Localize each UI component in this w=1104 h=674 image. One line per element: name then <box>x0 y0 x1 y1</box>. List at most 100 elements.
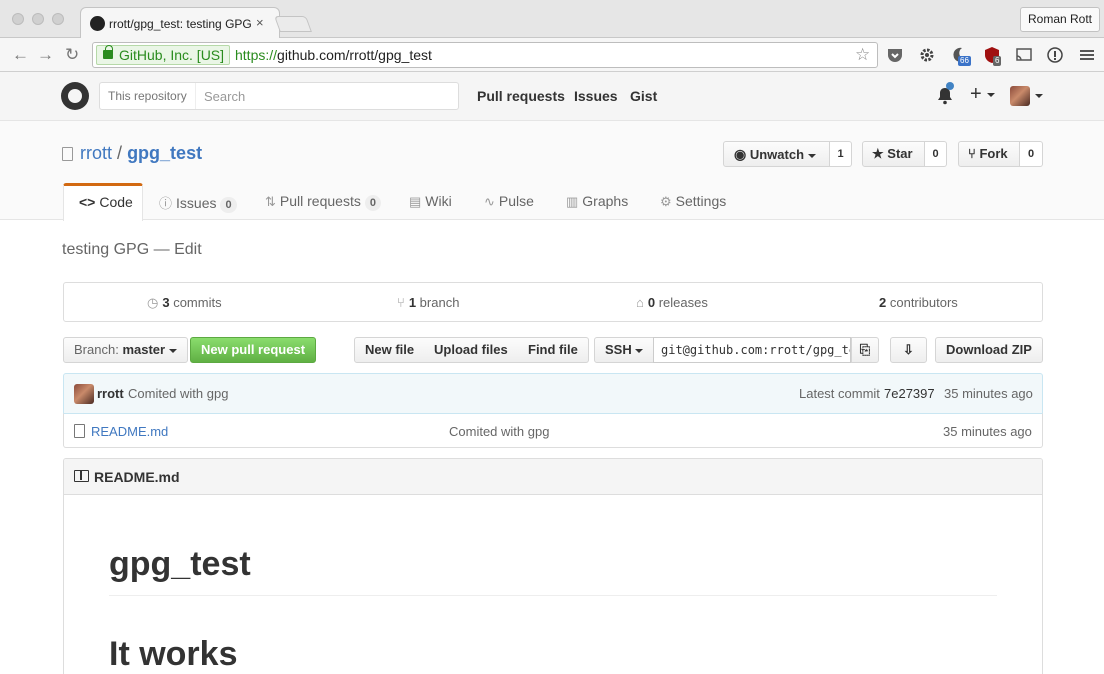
github-logo-icon[interactable] <box>61 82 89 110</box>
watch-count[interactable]: 1 <box>830 141 852 167</box>
edit-description-link[interactable]: Edit <box>174 241 202 258</box>
repo-owner-link[interactable]: rrott <box>80 143 112 163</box>
repo-separator: / <box>117 143 123 163</box>
window-close-button[interactable] <box>12 13 24 25</box>
repo-name-link[interactable]: gpg_test <box>127 143 202 163</box>
branch-label: branch <box>419 295 460 310</box>
branch-prefix: Branch: <box>74 342 119 357</box>
code-icon: <> <box>79 194 96 210</box>
github-header: This repository Search Pull requests Iss… <box>0 72 1104 121</box>
file-commit-message[interactable]: Comited with gpg <box>449 424 549 439</box>
reload-icon[interactable]: ↻ <box>65 45 79 65</box>
tab-settings[interactable]: ⚙ Settings <box>660 183 726 220</box>
ublock-extension[interactable]: 6 <box>983 46 1002 66</box>
url-rest: github.com/rrott/gpg_test <box>277 47 432 63</box>
browser-tab[interactable]: rrott/gpg_test: testing GPG × <box>80 7 280 39</box>
book-icon: ▤ <box>409 194 422 209</box>
cast-icon[interactable] <box>1015 46 1033 64</box>
chevron-down-icon <box>635 348 644 353</box>
fork-button[interactable]: ⑂ Fork <box>958 141 1020 167</box>
window-minimize-button[interactable] <box>32 13 44 25</box>
find-file-button[interactable]: Find file <box>518 337 589 363</box>
chevron-down-icon <box>987 92 996 97</box>
tab-graphs[interactable]: ▥ Graphs <box>566 183 628 220</box>
book-icon <box>74 470 89 482</box>
eye-icon: ◉ <box>734 146 747 162</box>
file-age: 35 minutes ago <box>943 424 1032 439</box>
user-avatar[interactable] <box>1010 86 1030 106</box>
readme-panel: README.md gpg_test It works <box>63 458 1043 674</box>
nav-gist[interactable]: Gist <box>630 88 657 104</box>
tab-close-icon[interactable]: × <box>256 15 264 30</box>
search-input[interactable]: Search <box>204 89 245 104</box>
commit-author-avatar[interactable] <box>74 384 94 404</box>
releases-link[interactable]: ⌂ 0 releases <box>636 295 708 310</box>
clone-protocol-button[interactable]: SSH <box>594 337 654 363</box>
star-button[interactable]: ★ Star <box>862 141 925 167</box>
gear-icon[interactable] <box>918 46 936 64</box>
nav-issues[interactable]: Issues <box>574 88 618 104</box>
readme-filename: README.md <box>94 469 180 485</box>
graph-icon: ▥ <box>566 194 579 209</box>
readme-heading-1: gpg_test <box>109 545 251 583</box>
new-pull-request-button[interactable]: New pull request <box>190 337 317 363</box>
profile-button[interactable]: Roman Rott <box>1020 7 1100 32</box>
history-icon: ◷ <box>147 295 159 310</box>
tab-issues-count: 0 <box>220 197 237 213</box>
branch-select-button[interactable]: Branch: master <box>63 337 188 363</box>
search-box[interactable]: This repository Search <box>99 82 459 110</box>
fork-count[interactable]: 0 <box>1020 141 1043 167</box>
avatar-chevron-down-icon[interactable] <box>1035 94 1043 98</box>
new-file-button[interactable]: New file <box>354 337 426 363</box>
file-name-link[interactable]: README.md <box>91 424 168 439</box>
tab-pulse[interactable]: ∿ Pulse <box>484 183 534 220</box>
forward-icon[interactable]: → <box>37 45 54 65</box>
numbers-summary: ◷ 3 commits ⑂ 1 branch ⌂ 0 releases 2 contr… <box>63 282 1043 322</box>
tab-code[interactable]: <> Code <box>63 183 143 221</box>
search-scope[interactable]: This repository <box>100 83 196 109</box>
browser-toolbar: ← → ↻ GitHub, Inc. [US] https://github.c… <box>0 38 1104 72</box>
git-pull-request-icon: ⇅ <box>265 194 276 209</box>
branches-link[interactable]: ⑂ 1 branch <box>397 295 459 310</box>
commits-label: commits <box>173 295 222 310</box>
commit-message[interactable]: Comited with gpg <box>128 386 228 401</box>
tab-wiki-label: Wiki <box>425 193 452 209</box>
nav-pull-requests[interactable]: Pull requests <box>477 88 565 104</box>
contributors-link[interactable]: 2 contributors <box>879 295 958 310</box>
browser-titlebar: rrott/gpg_test: testing GPG × Roman Rott <box>0 0 1104 39</box>
commit-sha[interactable]: 7e27397 <box>884 386 935 401</box>
tab-issues[interactable]: ⓘ Issues 0 <box>159 183 237 220</box>
notification-indicator <box>946 82 954 90</box>
create-new-dropdown[interactable]: + <box>970 83 996 106</box>
info-icon[interactable] <box>1046 46 1064 64</box>
repo-title: rrott / gpg_test <box>80 143 202 164</box>
pocket-icon[interactable] <box>886 46 904 64</box>
copy-to-clipboard-button[interactable]: ⎘ <box>851 337 879 363</box>
star-count[interactable]: 0 <box>925 141 947 167</box>
upload-files-button[interactable]: Upload files <box>424 337 519 363</box>
star-icon: ★ <box>872 146 884 161</box>
pulse-icon: ∿ <box>484 194 495 209</box>
tab-title: rrott/gpg_test: testing GPG <box>109 17 252 31</box>
tab-pull-requests[interactable]: ⇅ Pull requests 0 <box>265 183 381 220</box>
address-bar[interactable]: GitHub, Inc. [US] https://github.com/rro… <box>92 42 878 68</box>
repo-header: rrott / gpg_test ◉ Unwatch 1 ★ Star 0 ⑂ … <box>0 121 1104 221</box>
commit-author[interactable]: rrott <box>97 386 124 401</box>
ev-certificate-badge[interactable]: GitHub, Inc. [US] <box>96 45 231 65</box>
bookmark-star-icon[interactable]: ☆ <box>855 45 870 65</box>
latest-commit-label: Latest commit <box>799 386 880 401</box>
repo-description: testing GPG — Edit <box>62 241 202 259</box>
download-zip-button[interactable]: Download ZIP <box>935 337 1043 363</box>
back-icon[interactable]: ← <box>12 45 29 65</box>
url-scheme: https:// <box>235 47 278 63</box>
open-desktop-button[interactable]: ⇩ <box>890 337 927 363</box>
window-zoom-button[interactable] <box>52 13 64 25</box>
tab-wiki[interactable]: ▤ Wiki <box>409 183 452 220</box>
unwatch-button[interactable]: ◉ Unwatch <box>723 141 830 167</box>
tab-pull-requests-count: 0 <box>364 195 381 211</box>
new-tab-button[interactable] <box>274 16 312 32</box>
night-mode-extension[interactable]: 66 <box>950 46 971 66</box>
commits-link[interactable]: ◷ 3 commits <box>147 295 222 311</box>
clone-url-input[interactable]: git@github.com:rrott/gpg_test.git <box>653 337 851 363</box>
menu-icon[interactable] <box>1078 46 1096 64</box>
